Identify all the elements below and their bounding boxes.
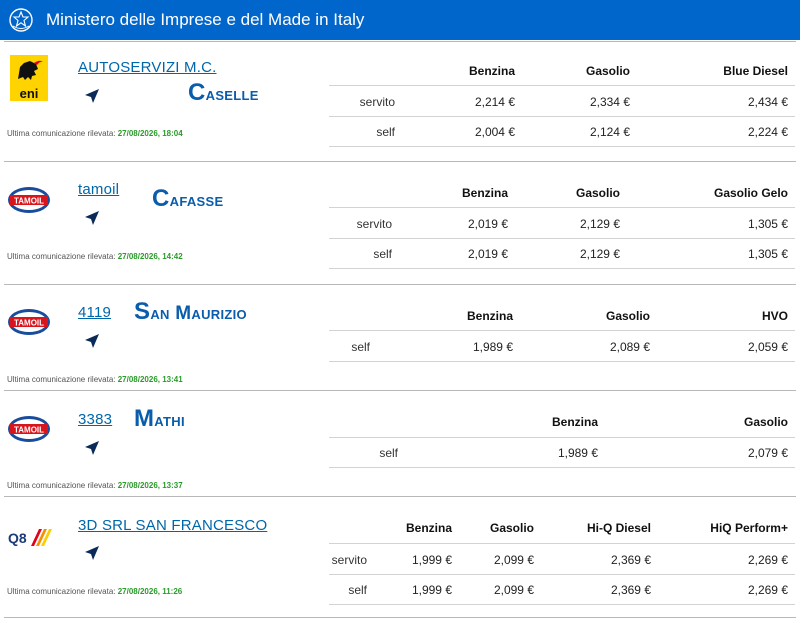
last-communication: Ultima comunicazione rilevata: 27/08/202… [7, 587, 182, 596]
table-line [329, 604, 795, 605]
price: 2,099 € [493, 583, 534, 597]
last-communication-label: Ultima comunicazione rilevata: [7, 587, 116, 596]
price: 2,369 € [610, 583, 651, 597]
station-divider [4, 617, 796, 618]
fuel-header: Gasolio [489, 521, 534, 535]
price: 2,269 € [747, 553, 788, 567]
price: 2,369 € [610, 553, 651, 567]
price: 1,999 € [411, 553, 452, 567]
table-line [329, 574, 795, 575]
q8-logo-icon: Q8 [8, 529, 52, 546]
fuel-header: Hi-Q Diesel [586, 521, 651, 535]
station-name-link[interactable]: 3D SRL SAN FRANCESCO [78, 517, 267, 534]
price: 1,999 € [411, 583, 452, 597]
fuel-header: HiQ Perform+ [710, 521, 788, 535]
fuel-header: Benzina [405, 521, 452, 535]
navigation-arrow-icon[interactable] [84, 545, 100, 561]
station-card-q8-san-francesco: Q8 3D SRL SAN FRANCESCO Ultima comunicaz… [0, 0, 800, 622]
last-communication-date: 27/08/2026, 11:26 [117, 587, 183, 596]
q8-logo-text: Q8 [8, 530, 27, 546]
service-type: self [348, 583, 367, 597]
service-type: servito [331, 553, 367, 567]
table-line [329, 543, 795, 544]
price: 2,269 € [747, 583, 788, 597]
price: 2,099 € [493, 553, 534, 567]
